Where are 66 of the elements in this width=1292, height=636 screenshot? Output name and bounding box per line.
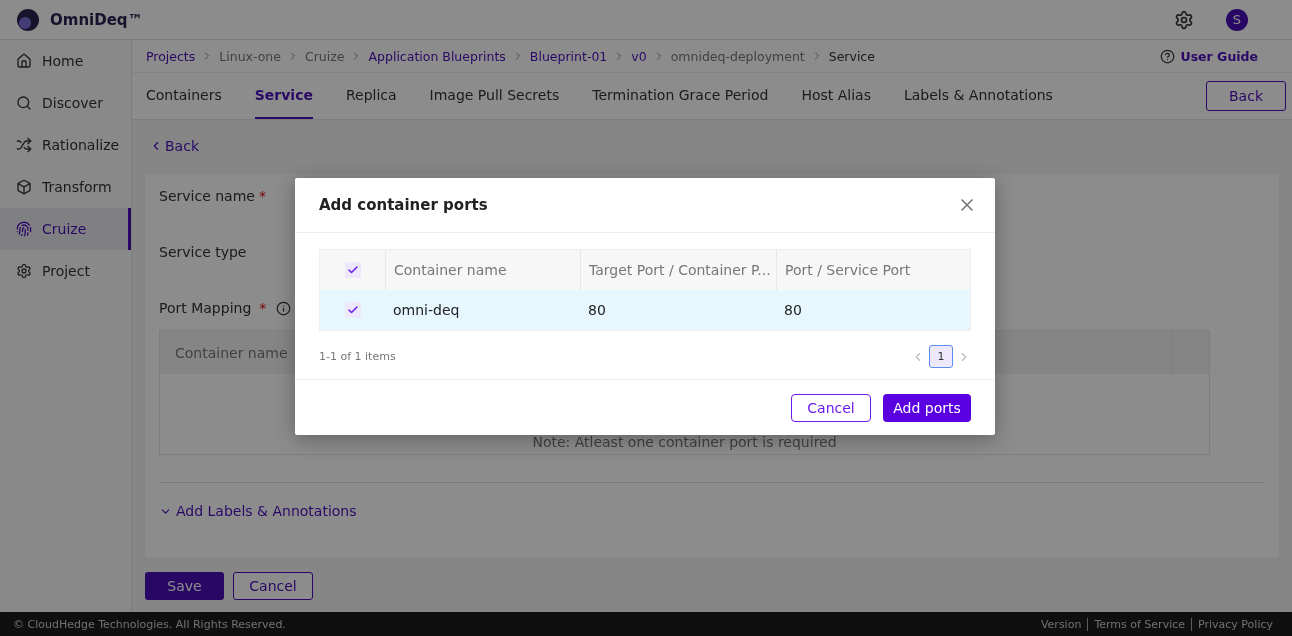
table-cell: 80	[776, 290, 970, 330]
breadcrumb-item: Cruize	[304, 48, 345, 64]
check-icon	[346, 264, 359, 276]
column-header: Port / Service Port	[776, 250, 970, 290]
sidebar-item[interactable]: Home	[0, 40, 131, 82]
help-icon	[1159, 48, 1175, 64]
empty-note: Note: Atleast one container port is required	[532, 434, 837, 450]
app-name: OmniDeq™	[50, 10, 144, 29]
select-all-checkbox[interactable]	[344, 262, 361, 278]
tab[interactable]: Host Alias	[801, 73, 871, 119]
field-label: Port Mapping	[159, 300, 252, 316]
breadcrumb-item: Service	[828, 48, 875, 64]
back-button[interactable]: Back	[1206, 81, 1286, 111]
cancel-button[interactable]: Cancel	[791, 393, 871, 422]
tab[interactable]: Replica	[345, 73, 397, 119]
shuffle-icon	[16, 137, 32, 153]
row-checkbox[interactable]	[344, 302, 361, 318]
save-button[interactable]: Save	[145, 572, 224, 600]
column-header: Container name	[175, 344, 288, 361]
labels-toggle[interactable]: Add Labels & Annotations	[176, 503, 357, 519]
field-label: Service type	[159, 244, 247, 260]
magnifier-icon	[16, 95, 32, 111]
gear-icon	[16, 263, 32, 279]
breadcrumb-link[interactable]: Blueprint-01	[529, 48, 608, 64]
check-icon	[346, 304, 359, 316]
field-label: Service name	[159, 188, 255, 204]
items-summary: 1-1 of 1 items	[319, 350, 397, 363]
required-mark: *	[258, 188, 266, 204]
breadcrumb-item: Linux-one	[219, 48, 281, 64]
logo-icon	[16, 7, 40, 32]
required-mark: *	[259, 300, 267, 316]
tab[interactable]: Containers	[146, 73, 222, 119]
add-ports-button[interactable]: Add ports	[883, 393, 971, 422]
column-header: Target Port / Container P...	[580, 250, 776, 290]
cube-icon	[16, 179, 32, 195]
back-link[interactable]: Back	[165, 138, 199, 154]
dialog-title: Add container ports	[319, 196, 489, 214]
footer-link[interactable]: Terms of Service	[1087, 617, 1192, 631]
breadcrumb-link[interactable]: v0	[631, 48, 647, 64]
page-button[interactable]: 1	[929, 345, 953, 368]
sidebar-item[interactable]: Transform	[0, 166, 131, 208]
breadcrumb-item: omnideq-deployment	[670, 48, 805, 64]
info-icon	[276, 300, 292, 316]
footer-link[interactable]: Version	[1034, 617, 1088, 631]
sidebar-item[interactable]: Project	[0, 250, 131, 292]
house-icon	[16, 53, 32, 69]
tab[interactable]: Termination Grace Period	[592, 73, 769, 119]
user-guide-link[interactable]: User Guide	[1159, 48, 1258, 64]
sidebar-item[interactable]: Discover	[0, 82, 131, 124]
user-avatar[interactable]: S	[1226, 8, 1248, 31]
tab[interactable]: Image Pull Secrets	[429, 73, 560, 119]
cancel-button[interactable]: Cancel	[233, 572, 313, 600]
footer-link[interactable]: Privacy Policy	[1191, 617, 1279, 631]
table-cell: omni-deq	[385, 290, 580, 330]
sidebar-item[interactable]: Cruize	[0, 208, 131, 250]
copyright: © CloudHedge Technologies. All Rights Reserved.	[13, 617, 286, 631]
user-guide-label[interactable]: User Guide	[1180, 48, 1258, 64]
fingerprint-icon	[16, 221, 32, 237]
column-header: Container name	[385, 250, 580, 290]
settings-icon[interactable]	[1174, 9, 1194, 30]
breadcrumb-link[interactable]: Projects	[146, 48, 196, 64]
sidebar-item[interactable]: Rationalize	[0, 124, 131, 166]
table-cell: 80	[580, 290, 776, 330]
tab[interactable]: Service	[254, 73, 313, 119]
breadcrumb-link[interactable]: Application Blueprints	[368, 48, 506, 64]
tab[interactable]: Labels & Annotations	[903, 73, 1053, 119]
